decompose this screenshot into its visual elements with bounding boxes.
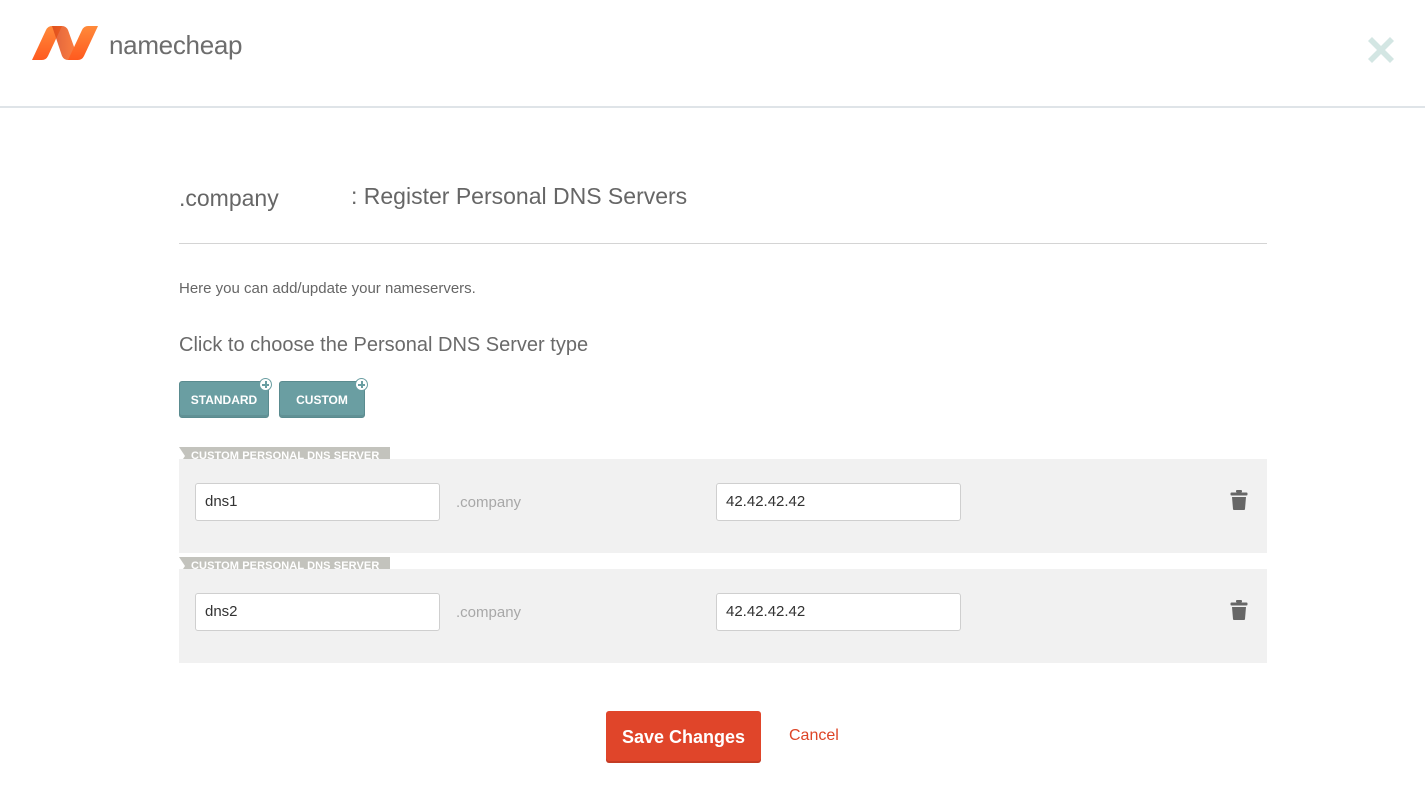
namecheap-n-logo-icon (32, 26, 98, 60)
custom-type-button[interactable]: CUSTOM (279, 378, 368, 418)
header: namecheap (0, 0, 1425, 108)
title-text: : Register Personal DNS Servers (351, 183, 688, 209)
domain-suffix: .company (456, 604, 522, 621)
title-divider (179, 243, 1267, 244)
ip-address-input[interactable]: 42.42.42.42 (716, 593, 961, 631)
custom-type-label: CUSTOM (296, 393, 348, 407)
page-title: .company : Register Personal DNS Servers (179, 181, 1267, 215)
dns-server-row: dns1 .company 42.42.42.42 (179, 459, 1267, 553)
choose-type-label: Click to choose the Personal DNS Server … (179, 334, 589, 356)
delete-server-button[interactable] (1230, 600, 1248, 620)
namecheap-logo[interactable]: namecheap (28, 24, 242, 64)
title-domain: .company (179, 185, 279, 211)
standard-type-button[interactable]: STANDARD (179, 378, 272, 418)
ip-address-input[interactable]: 42.42.42.42 (716, 483, 961, 521)
close-button[interactable] (1363, 32, 1399, 68)
dns-server-row: dns2 .company 42.42.42.42 (179, 569, 1267, 663)
close-x-icon (1368, 37, 1394, 63)
intro-text: Here you can add/update your nameservers… (179, 280, 476, 297)
save-changes-button[interactable]: Save Changes (606, 711, 761, 763)
domain-suffix: .company (456, 494, 522, 511)
trash-icon (1230, 490, 1248, 510)
standard-type-label: STANDARD (190, 393, 258, 407)
trash-icon (1230, 600, 1248, 620)
cancel-link[interactable]: Cancel (789, 727, 839, 745)
hostname-input[interactable]: dns2 (195, 593, 440, 631)
delete-server-button[interactable] (1230, 490, 1248, 510)
plus-icon (259, 378, 272, 391)
brand-name: namecheap (109, 29, 243, 60)
plus-icon (355, 378, 368, 391)
hostname-input[interactable]: dns1 (195, 483, 440, 521)
